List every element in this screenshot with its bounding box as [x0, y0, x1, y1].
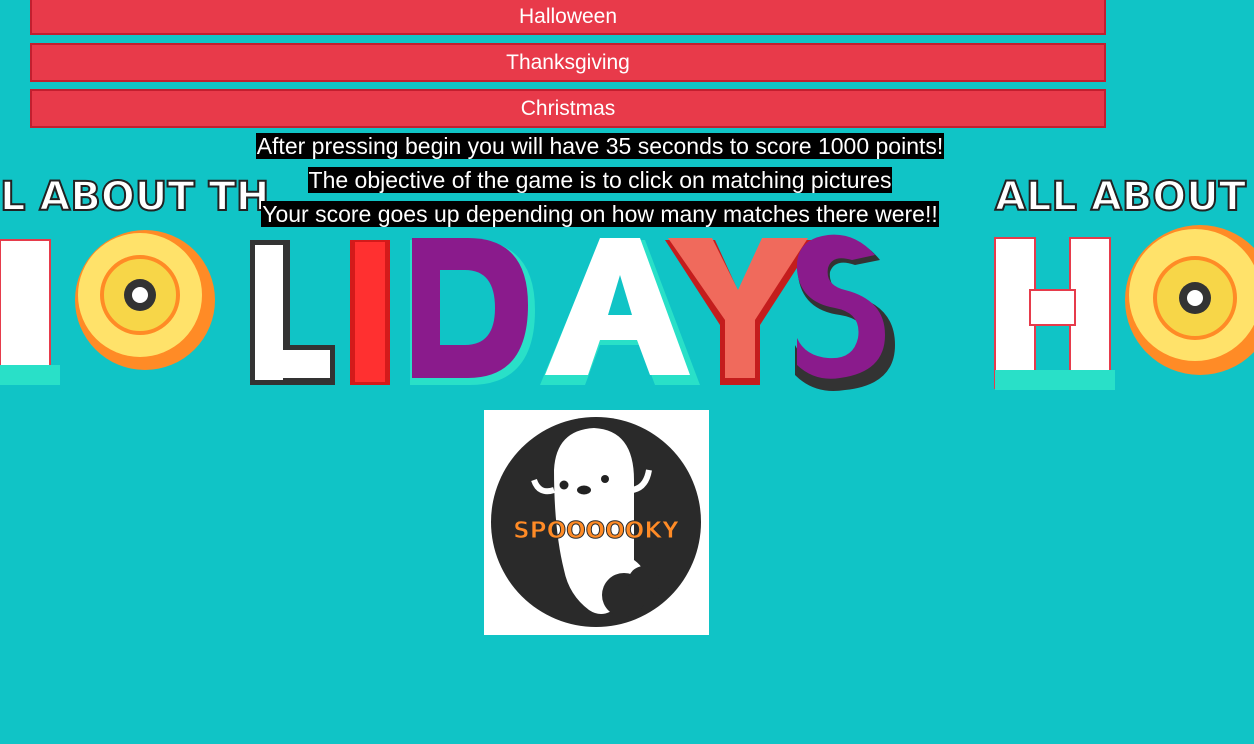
halloween-button[interactable]: Halloween [30, 0, 1106, 35]
banner-letter-a [540, 238, 700, 385]
banner-letter-y [665, 238, 815, 385]
instructions: After pressing begin you will have 35 se… [0, 129, 1200, 231]
instruction-line-3: Your score goes up depending on how many… [261, 201, 939, 227]
instruction-line-2: The objective of the game is to click on… [307, 167, 893, 193]
banner-letter-d [410, 238, 535, 385]
banner-letter-h-right [994, 237, 1115, 390]
banner-letter-o-right [1125, 225, 1254, 375]
card-label: SPOOOOOKY [513, 518, 679, 544]
christmas-button[interactable]: Christmas [30, 89, 1106, 128]
banner-letter-l [250, 240, 335, 385]
thanksgiving-button[interactable]: Thanksgiving [30, 43, 1106, 82]
banner-letter-o-left [75, 230, 215, 370]
banner-letter-s [795, 234, 895, 391]
instruction-line-1: After pressing begin you will have 35 se… [255, 133, 945, 159]
spooky-ghost-card[interactable]: SPOOOOOKY [484, 410, 709, 635]
banner-letter-i [350, 240, 390, 385]
